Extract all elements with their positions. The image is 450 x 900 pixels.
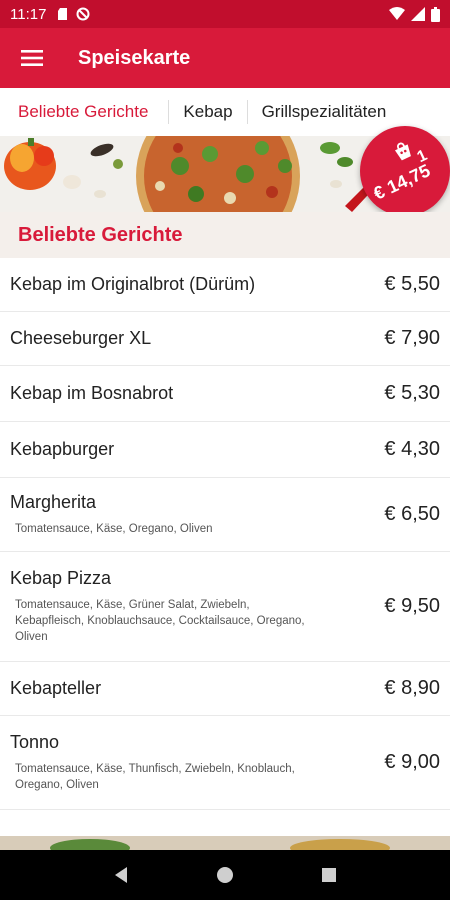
menu-item[interactable]: Kebap im Originalbrot (Dürüm) € 5,50 [0, 258, 450, 312]
menu-item-text: Cheeseburger XL [10, 328, 376, 349]
menu-item-price: € 8,90 [384, 677, 440, 699]
category-tabs: Beliebte Gerichte Kebap Grillspezialität… [0, 88, 450, 136]
food-photo-strip [0, 836, 450, 850]
menu-item-price: € 9,50 [384, 595, 440, 617]
menu-item-name: Kebap Pizza [10, 568, 112, 588]
status-time: 11:17 [10, 5, 47, 23]
menu-item[interactable]: Cheeseburger XL € 7,90 [0, 312, 450, 366]
menu-item-text: Tonno Tomatensauce, Käse, Thunfisch, Zwi… [10, 732, 376, 793]
system-nav-bar [0, 850, 450, 900]
menu-item-name: Kebapteller [10, 678, 102, 698]
menu-item[interactable]: Kebapteller € 8,90 [0, 662, 450, 716]
recents-icon[interactable] [321, 867, 337, 883]
menu-item-name: Margherita [10, 492, 97, 512]
section-title: Beliebte Gerichte [18, 223, 183, 246]
section-header: Beliebte Gerichte [0, 212, 450, 258]
sd-card-icon [58, 8, 68, 20]
menu-list: Kebap im Originalbrot (Dürüm) € 5,50 Che… [0, 258, 450, 810]
back-icon[interactable] [113, 866, 129, 884]
menu-item-price: € 4,30 [384, 438, 440, 460]
menu-item-text: Margherita Tomatensauce, Käse, Oregano, … [10, 492, 376, 537]
menu-item-price: € 6,50 [384, 503, 440, 525]
home-icon[interactable] [216, 866, 234, 884]
cart-badge[interactable]: 1 € 14,75 [360, 126, 450, 216]
status-bar: 11:17 [0, 0, 450, 28]
menu-item[interactable]: Kebap Pizza Tomatensauce, Käse, Grüner S… [0, 552, 450, 662]
menu-item-text: Kebap im Originalbrot (Dürüm) [10, 274, 376, 295]
hamburger-menu-icon[interactable] [0, 28, 64, 88]
wifi-icon [389, 7, 405, 20]
tab-kebap[interactable]: Kebap [169, 88, 246, 136]
tab-grillspezialitaeten[interactable]: Grillspezialitäten [248, 88, 401, 136]
menu-item-description: Tomatensauce, Käse, Oregano, Oliven [15, 523, 213, 535]
menu-item-text: Kebap im Bosnabrot [10, 383, 376, 404]
menu-item-description: Tomatensauce, Käse, Grüner Salat, Zwiebe… [15, 599, 305, 643]
footer-image [0, 836, 450, 850]
menu-item[interactable]: Kebapburger € 4,30 [0, 422, 450, 478]
menu-item-price: € 9,00 [384, 751, 440, 773]
menu-item-text: Kebap Pizza Tomatensauce, Käse, Grüner S… [10, 568, 376, 645]
signal-icon [411, 7, 425, 21]
app-bar: Speisekarte [0, 28, 450, 88]
menu-item-description: Tomatensauce, Käse, Thunfisch, Zwiebeln,… [15, 763, 295, 791]
tab-beliebte-gerichte[interactable]: Beliebte Gerichte [0, 88, 168, 136]
menu-item-name: Kebap im Originalbrot (Dürüm) [10, 274, 256, 294]
menu-item-text: Kebapburger [10, 439, 376, 460]
menu-item-name: Tonno [10, 732, 60, 752]
battery-icon [431, 6, 440, 22]
shopping-bag-icon [394, 142, 411, 161]
menu-item-price: € 5,50 [384, 273, 440, 295]
page-title: Speisekarte [78, 46, 191, 69]
menu-item-name: Kebapburger [10, 439, 115, 459]
menu-item-name: Cheeseburger XL [10, 328, 152, 348]
menu-item-price: € 7,90 [384, 327, 440, 349]
menu-item[interactable]: Margherita Tomatensauce, Käse, Oregano, … [0, 478, 450, 552]
menu-item-text: Kebapteller [10, 678, 376, 699]
menu-item[interactable]: Tonno Tomatensauce, Käse, Thunfisch, Zwi… [0, 716, 450, 810]
menu-item-name: Kebap im Bosnabrot [10, 383, 174, 403]
menu-item-price: € 5,30 [384, 382, 440, 404]
do-not-disturb-icon [76, 7, 90, 21]
cart-total: € 14,75 [370, 160, 434, 204]
menu-item[interactable]: Kebap im Bosnabrot € 5,30 [0, 366, 450, 422]
